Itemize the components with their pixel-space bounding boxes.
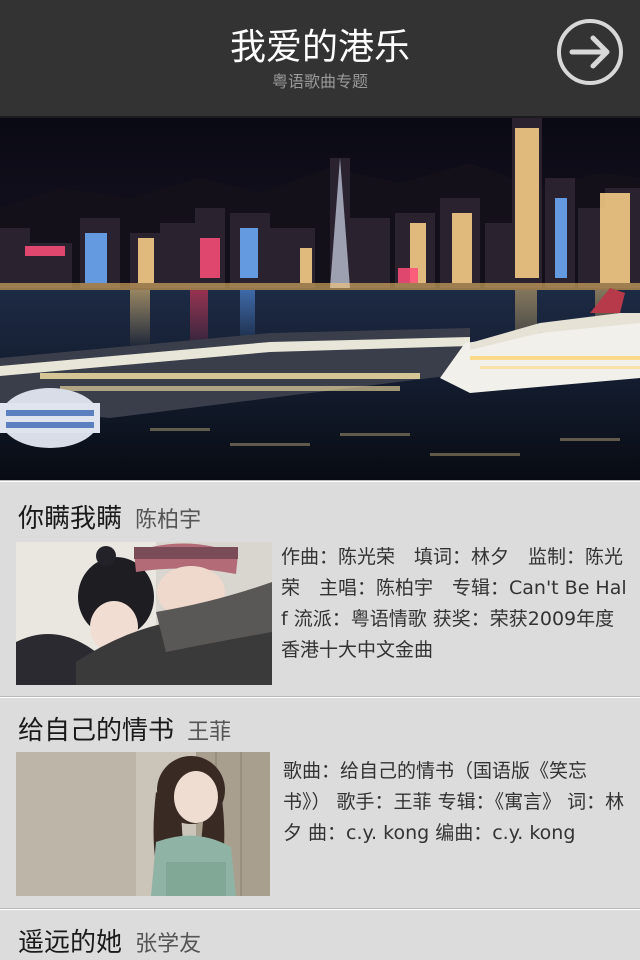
page-title: 我爱的港乐 bbox=[229, 27, 410, 68]
song-title-row: 你瞒我瞒 陈柏宇 bbox=[18, 498, 201, 538]
banner-image[interactable] bbox=[0, 118, 640, 481]
page: 我爱的港乐 粤语歌曲专题 你瞒我瞒 陈柏宇 作曲：陈光荣 填词：林夕 监制：陈光… bbox=[0, 0, 640, 960]
song-thumbnail[interactable] bbox=[16, 542, 272, 685]
song-description: 作曲：陈光荣 填词：林夕 监制：陈光荣 主唱：陈柏宇 专辑：Can't Be H… bbox=[281, 546, 627, 661]
song-item[interactable]: 给自己的情书 王菲 歌曲：给自己的情书（国语版《笑忘书》） 歌手：王菲 专辑：《… bbox=[0, 697, 640, 908]
page-subtitle: 粤语歌曲专题 bbox=[271, 72, 368, 91]
song-artist: 陈柏宇 bbox=[135, 508, 202, 533]
song-name: 你瞒我瞒 bbox=[18, 504, 123, 534]
arrow-right-circle-icon bbox=[557, 19, 623, 85]
couple-winter-photo bbox=[16, 542, 272, 685]
harbour-night-illustration bbox=[0, 118, 640, 480]
song-name: 遥远的她 bbox=[18, 928, 123, 958]
song-artist: 王菲 bbox=[187, 720, 232, 745]
song-title-row: 给自己的情书 王菲 bbox=[18, 710, 231, 750]
song-item[interactable]: 遥远的她 张学友 bbox=[0, 909, 640, 960]
song-item[interactable]: 你瞒我瞒 陈柏宇 作曲：陈光荣 填词：林夕 监制：陈光荣 主唱：陈柏宇 专辑：C… bbox=[0, 481, 640, 696]
song-artist: 张学友 bbox=[135, 932, 202, 957]
song-thumbnail[interactable] bbox=[16, 752, 270, 896]
header-bar: 我爱的港乐 粤语歌曲专题 bbox=[0, 0, 640, 118]
girl-leaning-wall-photo bbox=[16, 752, 270, 896]
song-description: 歌曲：给自己的情书（国语版《笑忘书》） 歌手：王菲 专辑：《寓言》 词：林夕 曲… bbox=[283, 760, 625, 844]
next-button[interactable] bbox=[556, 18, 624, 86]
song-name: 给自己的情书 bbox=[18, 716, 175, 746]
song-title-row: 遥远的她 张学友 bbox=[18, 922, 201, 960]
